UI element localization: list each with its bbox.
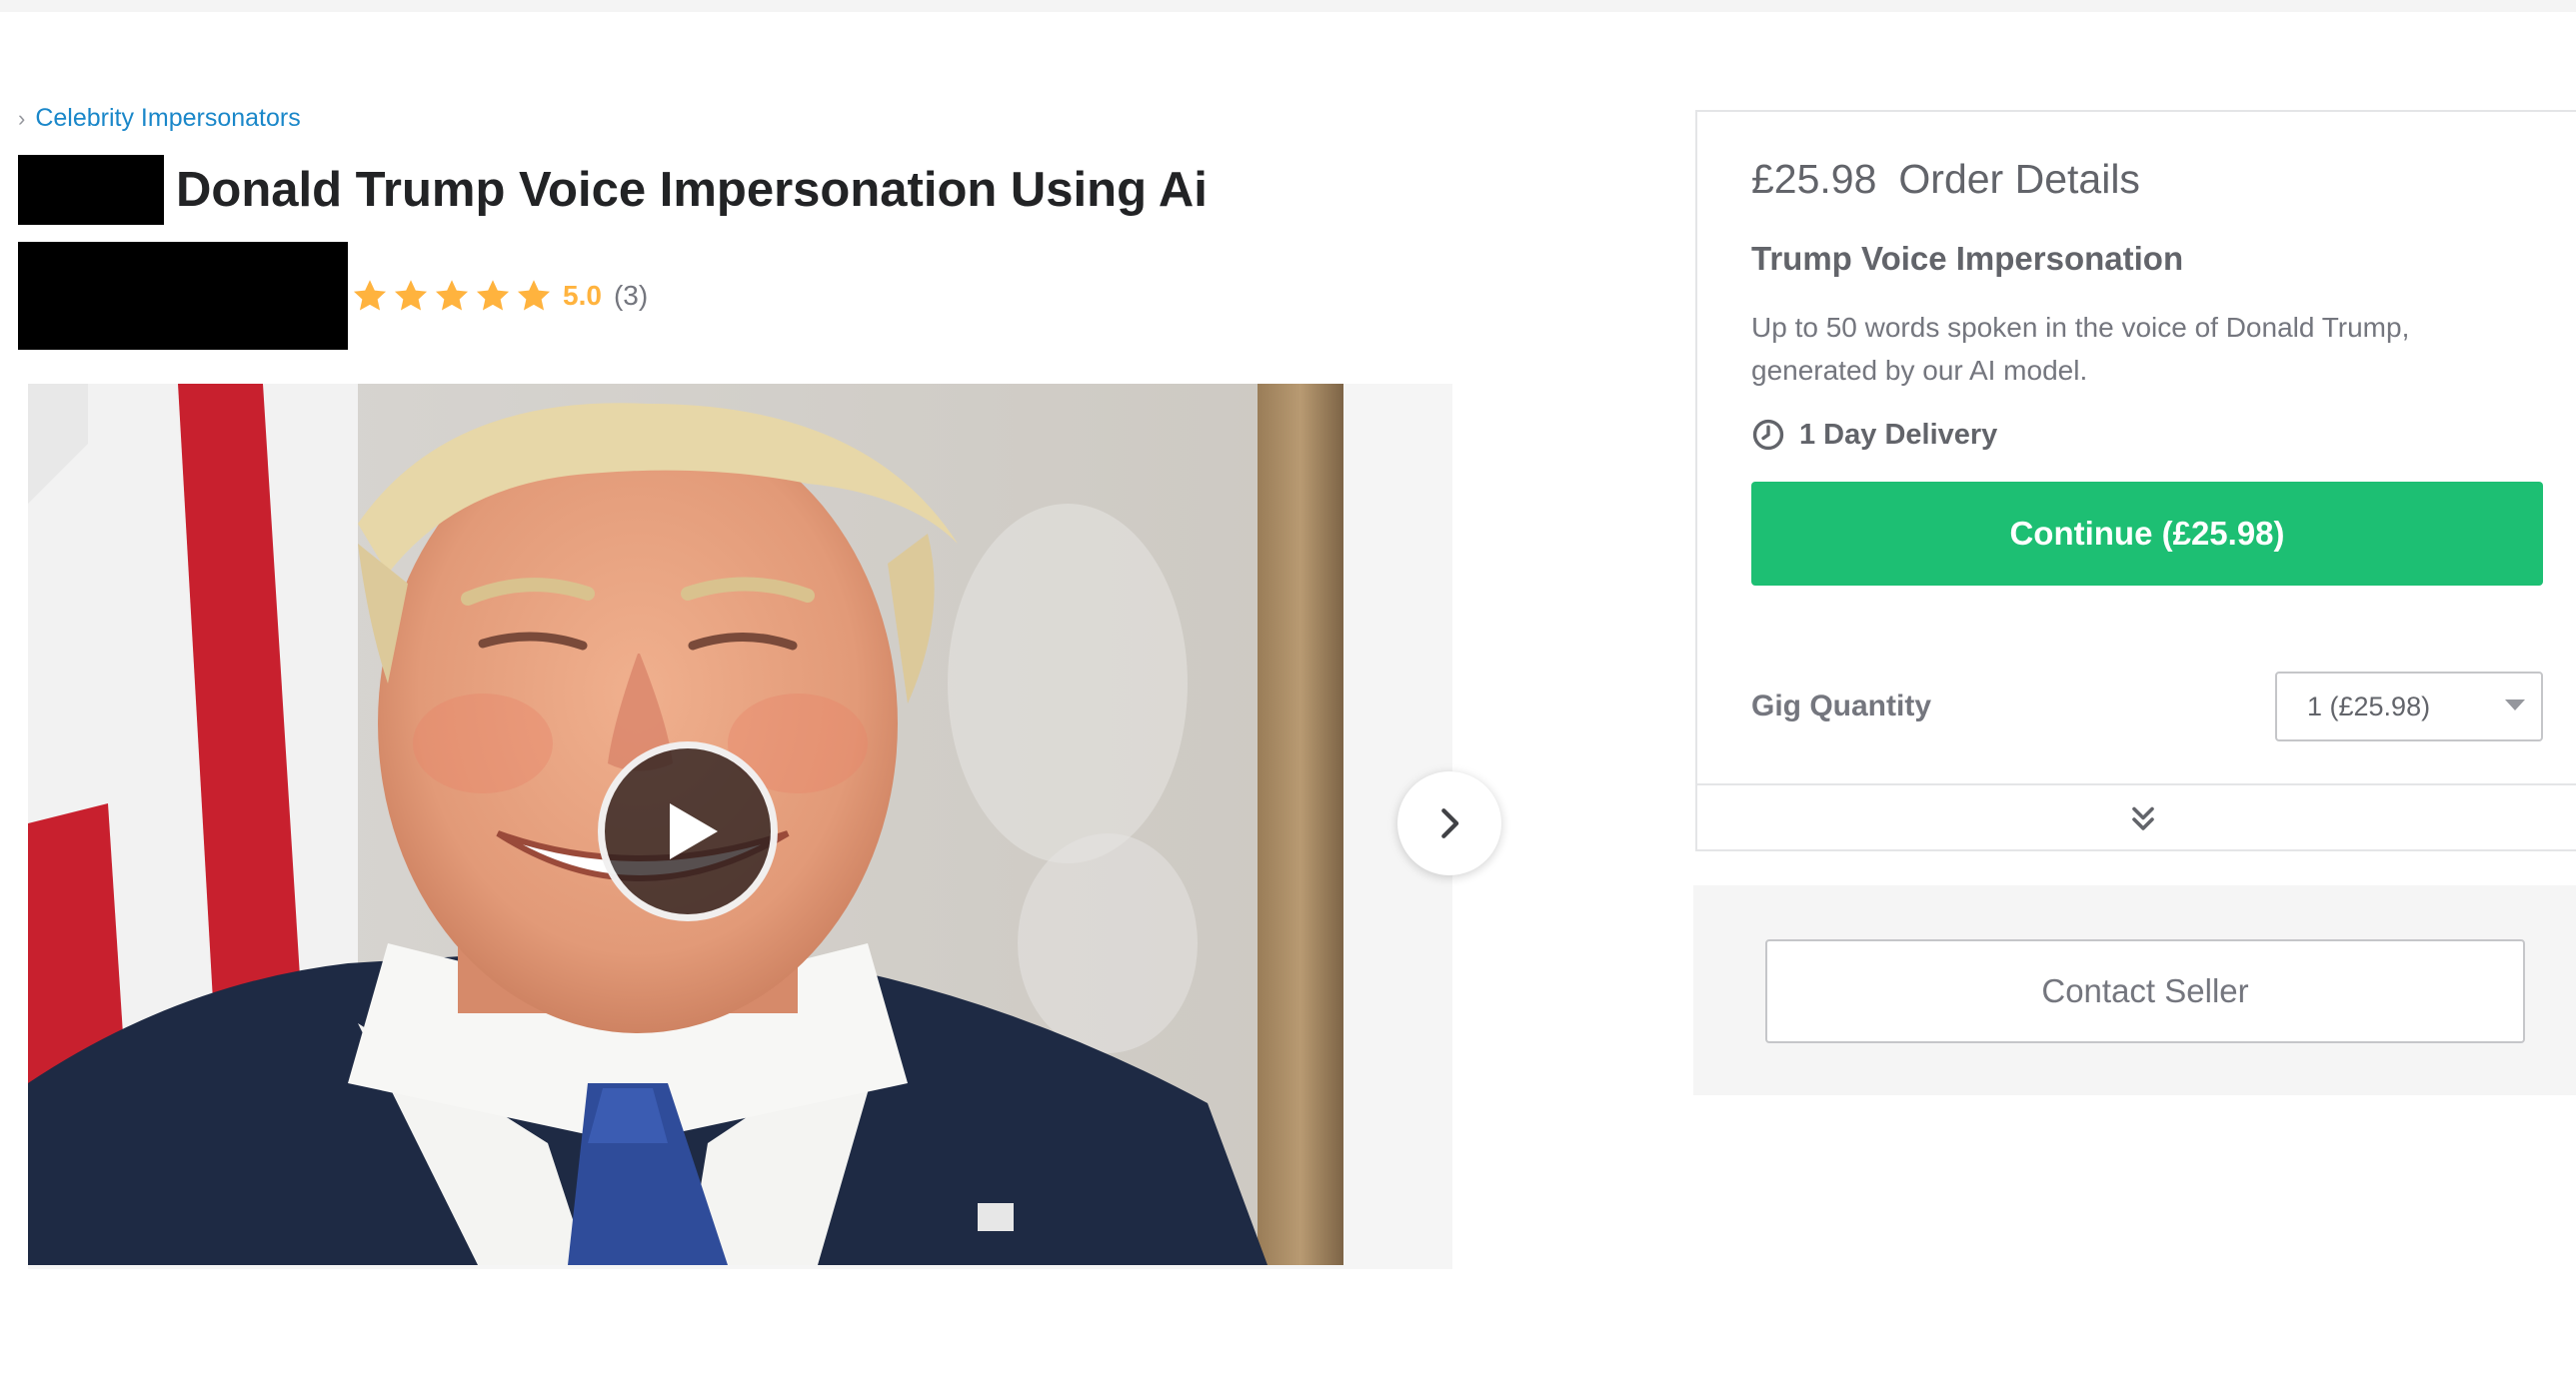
page-title: Donald Trump Voice Impersonation Using A… bbox=[176, 163, 1208, 217]
chevron-right-icon: › bbox=[18, 105, 26, 131]
redaction-box bbox=[18, 155, 164, 225]
gallery-video-thumbnail[interactable] bbox=[28, 384, 1343, 1265]
breadcrumb: › Celebrity Impersonators bbox=[18, 104, 301, 133]
star-icon bbox=[394, 280, 428, 311]
gig-quantity-select[interactable]: 1 (£25.98) bbox=[2275, 672, 2543, 741]
star-rating: 5.0 (3) bbox=[352, 278, 648, 314]
delivery-label: 1 Day Delivery bbox=[1799, 418, 1998, 451]
star-icon bbox=[517, 280, 551, 311]
star-icon bbox=[435, 280, 469, 311]
clock-icon bbox=[1752, 419, 1784, 451]
package-price: £25.98 bbox=[1751, 156, 1877, 202]
seller-row: 5.0 (3) bbox=[18, 242, 648, 350]
order-header: £25.98 Order Details bbox=[1751, 156, 2140, 203]
gig-page: › Celebrity Impersonators Donald Trump V… bbox=[0, 0, 2576, 1391]
order-heading: Order Details bbox=[1898, 156, 2140, 202]
contact-seller-panel: Contact Seller bbox=[1693, 885, 2576, 1095]
divider bbox=[1697, 783, 2576, 785]
rating-value: 5.0 bbox=[563, 280, 602, 311]
rating-count: (3) bbox=[613, 280, 649, 311]
play-icon bbox=[670, 803, 718, 859]
double-chevron-down-icon[interactable] bbox=[2125, 801, 2161, 837]
title-row: Donald Trump Voice Impersonation Using A… bbox=[18, 155, 1208, 225]
delivery-time: 1 Day Delivery bbox=[1751, 418, 1997, 452]
continue-button[interactable]: Continue (£25.98) bbox=[1751, 482, 2543, 586]
star-icon bbox=[353, 280, 387, 311]
package-description: Up to 50 words spoken in the voice of Do… bbox=[1751, 312, 2410, 386]
contact-seller-button[interactable]: Contact Seller bbox=[1765, 939, 2525, 1043]
chevron-right-icon bbox=[1441, 808, 1459, 838]
top-strip bbox=[0, 0, 2576, 12]
gallery-next-button[interactable] bbox=[1397, 771, 1501, 875]
package-title: Trump Voice Impersonation bbox=[1751, 240, 2184, 277]
gig-quantity-value: 1 (£25.98) bbox=[2307, 691, 2431, 721]
gig-quantity-label: Gig Quantity bbox=[1751, 690, 1931, 722]
play-button[interactable] bbox=[598, 741, 778, 921]
caret-down-icon bbox=[2505, 699, 2525, 710]
order-details-card: £25.98 Order Details Trump Voice Imperso… bbox=[1695, 110, 2576, 851]
star-icon bbox=[476, 280, 510, 311]
breadcrumb-link-category[interactable]: Celebrity Impersonators bbox=[35, 104, 300, 133]
gig-gallery bbox=[28, 384, 1452, 1269]
redaction-box bbox=[18, 242, 348, 350]
